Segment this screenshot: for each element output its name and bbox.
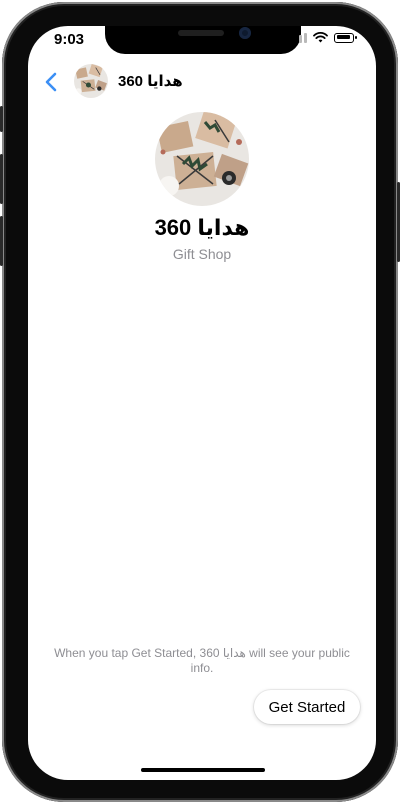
back-button[interactable] [38, 68, 64, 96]
status-time: 9:03 [54, 31, 85, 48]
notch [105, 26, 301, 54]
avatar[interactable] [74, 64, 108, 98]
privacy-disclaimer: When you tap Get Started, هدايا 360 will… [54, 646, 350, 675]
page-name: هدايا 360 [154, 215, 250, 240]
screen: 9:03 هدايا 360 هدايا 360 Gift Shop When … [28, 26, 376, 780]
get-started-button[interactable]: Get Started [254, 690, 360, 724]
volume-down-button [0, 216, 3, 266]
page-category: Gift Shop [172, 246, 232, 262]
volume-up-button [0, 154, 3, 204]
chevron-left-icon [45, 72, 57, 92]
home-indicator[interactable] [141, 768, 265, 772]
nav-bar: هدايا 360 [28, 62, 376, 102]
signal-icon [289, 32, 307, 43]
front-camera [239, 27, 251, 39]
speaker-grille [178, 30, 224, 36]
status-icons [289, 32, 357, 43]
profile-avatar [155, 112, 249, 206]
phone-frame: 9:03 هدايا 360 هدايا 360 Gift Shop When … [0, 2, 400, 802]
wifi-icon [313, 32, 328, 43]
nav-title: هدايا 360 [118, 73, 183, 90]
battery-icon [334, 32, 357, 43]
profile-section: هدايا 360 Gift Shop [28, 112, 376, 262]
mute-switch [0, 106, 3, 132]
